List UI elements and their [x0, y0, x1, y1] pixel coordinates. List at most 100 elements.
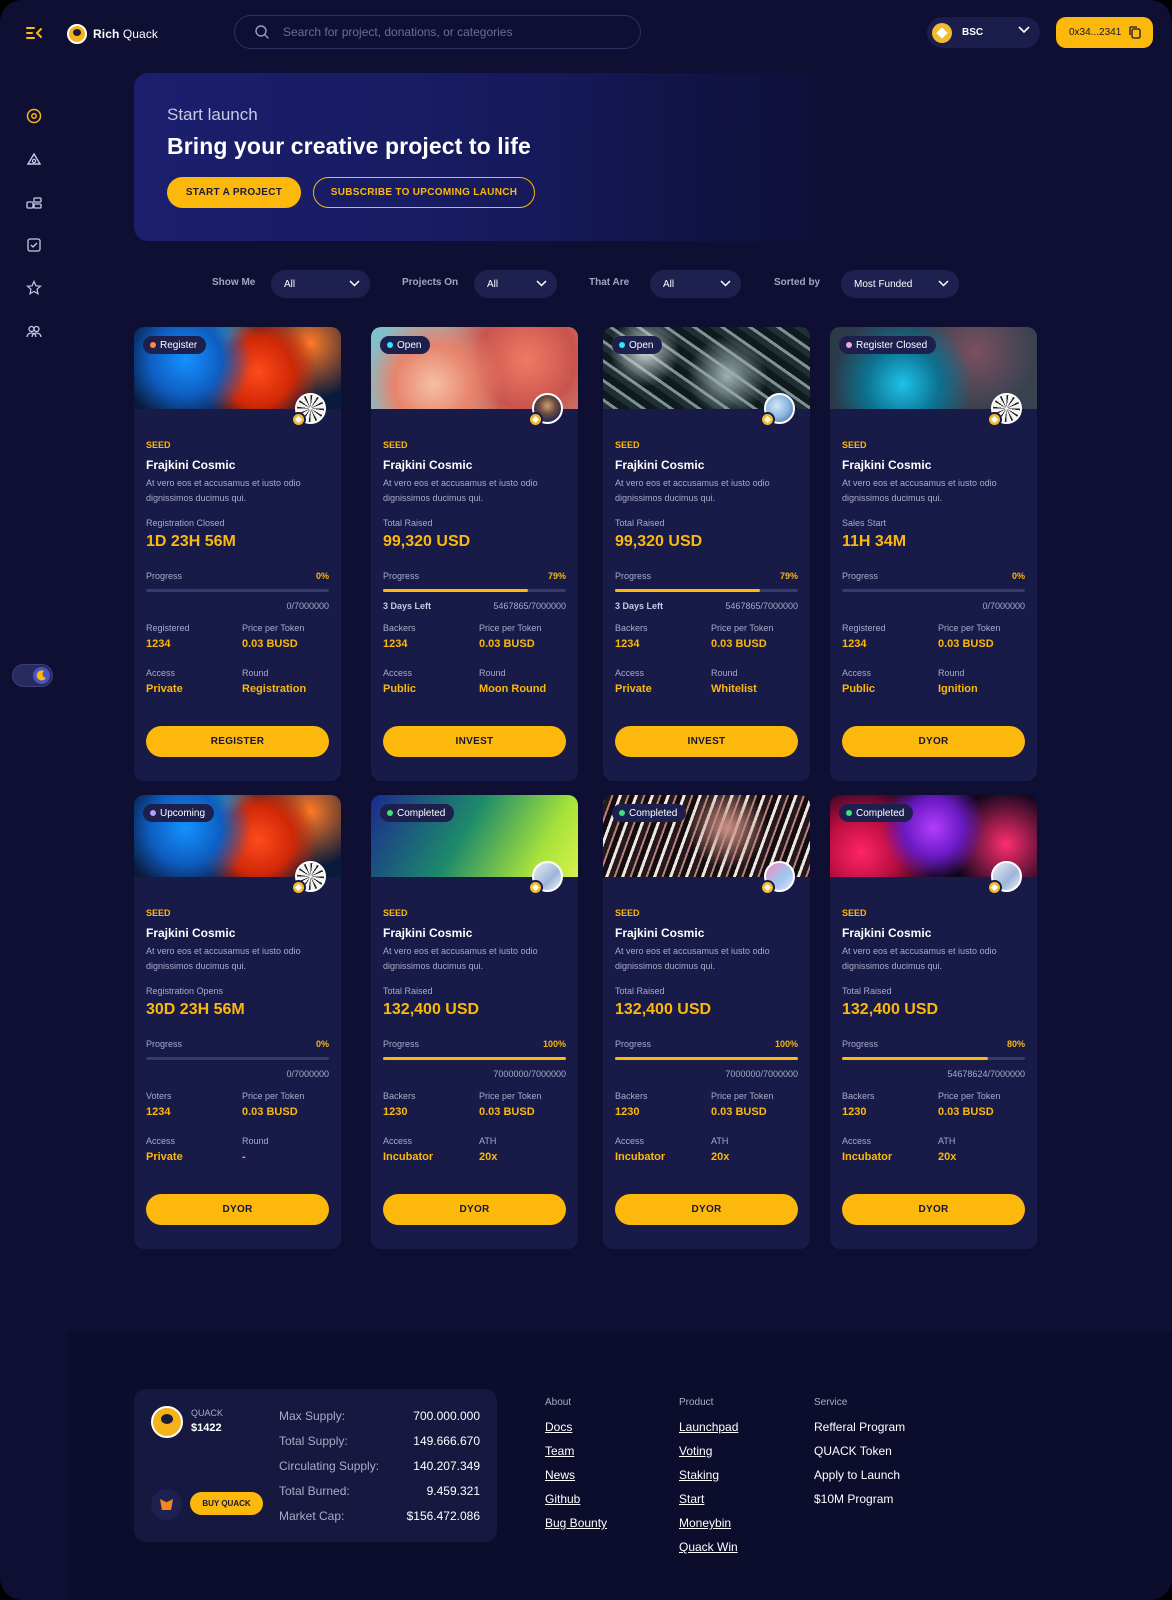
footer-link-launchpad[interactable]: Launchpad	[679, 1420, 738, 1434]
app-frame: Rich Quack BSC 0x34...2341	[0, 0, 1172, 1600]
copy-icon[interactable]	[1129, 26, 1141, 39]
project-card[interactable]: Upcoming SEED Frajkini Cosmic At vero eos e…	[134, 795, 341, 1249]
card-action-button[interactable]: DYOR	[146, 1194, 329, 1225]
project-title[interactable]: Frajkini Cosmic	[842, 458, 931, 472]
stat-value: 1D 23H 56M	[146, 533, 236, 550]
wallet-button[interactable]: 0x34...2341	[1056, 17, 1153, 48]
project-title[interactable]: Frajkini Cosmic	[842, 926, 931, 940]
stat-value: 99,320 USD	[615, 533, 703, 550]
card-action-button[interactable]: DYOR	[615, 1194, 798, 1225]
search-bar[interactable]	[234, 15, 641, 49]
menu-collapse-icon[interactable]	[26, 26, 42, 40]
project-card[interactable]: Completed SEED Frajkini Cosmic At vero eos …	[830, 795, 1037, 1249]
search-input[interactable]	[283, 25, 613, 39]
logo[interactable]: Rich Quack	[67, 24, 158, 44]
info-label: Backers	[383, 623, 416, 633]
progress-bar	[842, 1057, 1025, 1060]
stage-label: SEED	[146, 440, 171, 450]
info-label: Price per Token	[242, 623, 305, 633]
footer-link-staking[interactable]: Staking	[679, 1468, 719, 1482]
card-action-button[interactable]: DYOR	[842, 1194, 1025, 1225]
staking-icon[interactable]	[26, 194, 42, 210]
stat-row: Total Supply: 149.666.670	[279, 1434, 480, 1448]
project-title[interactable]: Frajkini Cosmic	[383, 926, 472, 940]
search-icon	[255, 25, 269, 39]
card-action-button[interactable]: DYOR	[842, 726, 1025, 757]
theme-toggle[interactable]	[12, 664, 53, 687]
footer-link-moneybin[interactable]: Moneybin	[679, 1516, 731, 1530]
info-value: 1234	[146, 638, 171, 650]
project-card[interactable]: Completed SEED Frajkini Cosmic At vero eos …	[603, 795, 810, 1249]
filter-projects-on-select[interactable]: All	[474, 270, 557, 298]
filter-that-are-select[interactable]: All	[650, 270, 741, 298]
footer-link-referral[interactable]: Refferal Program	[814, 1420, 905, 1434]
info-label: Price per Token	[479, 623, 542, 633]
info-value: 1230	[383, 1106, 408, 1118]
project-title[interactable]: Frajkini Cosmic	[615, 458, 704, 472]
progress-count: 0/7000000	[982, 601, 1025, 611]
info-value: Incubator	[842, 1151, 893, 1163]
card-action-button[interactable]: REGISTER	[146, 726, 329, 757]
footer-link-10m-program[interactable]: $10M Program	[814, 1492, 893, 1506]
buy-quack-button[interactable]: BUY QUACK	[190, 1492, 263, 1515]
footer-link-bug-bounty[interactable]: Bug Bounty	[545, 1516, 607, 1530]
sort-select[interactable]: Most Funded	[841, 270, 959, 298]
project-card[interactable]: Open SEED Frajkini Cosmic At vero eos et ac…	[603, 327, 810, 781]
footer-link-docs[interactable]: Docs	[545, 1420, 572, 1434]
progress-label: Progress	[146, 1039, 183, 1049]
progress-bar	[615, 1057, 798, 1060]
card-action-button[interactable]: INVEST	[383, 726, 566, 757]
project-description: At vero eos et accusamus et iusto odio d…	[615, 478, 770, 503]
footer-link-team[interactable]: Team	[545, 1444, 574, 1458]
star-icon[interactable]	[26, 280, 42, 296]
launchpad-icon[interactable]	[26, 151, 42, 167]
project-title[interactable]: Frajkini Cosmic	[146, 926, 235, 940]
footer-link-voting[interactable]: Voting	[679, 1444, 712, 1458]
metamask-icon[interactable]	[151, 1489, 182, 1520]
project-description: At vero eos et accusamus et iusto odio d…	[146, 946, 301, 971]
progress-label: Progress	[842, 1039, 879, 1049]
info-label: Access	[615, 668, 645, 678]
progress-fill	[842, 1057, 989, 1060]
info-label: Access	[146, 1136, 176, 1146]
project-card[interactable]: Register Closed SEED Frajkini Cosmic At ver…	[830, 327, 1037, 781]
subscribe-button[interactable]: SUBSCRIBE TO UPCOMING LAUNCH	[313, 177, 535, 208]
project-card[interactable]: Completed SEED Frajkini Cosmic At vero eos …	[371, 795, 578, 1249]
chain-selector[interactable]: BSC	[927, 17, 1040, 48]
info-value: 20x	[479, 1151, 498, 1163]
filter-label-projects-on: Projects On	[402, 277, 459, 288]
footer-link-quack-win[interactable]: Quack Win	[679, 1540, 738, 1554]
filter-show-me-select[interactable]: All	[271, 270, 370, 298]
footer-link-apply[interactable]: Apply to Launch	[814, 1468, 900, 1482]
info-label: Access	[615, 1136, 645, 1146]
token-name: QUACK	[191, 1408, 224, 1418]
stat-value: 132,400 USD	[842, 1001, 939, 1018]
footer-link-start[interactable]: Start	[679, 1492, 704, 1506]
community-icon[interactable]	[26, 323, 42, 339]
footer-link-news[interactable]: News	[545, 1468, 575, 1482]
dashboard-icon[interactable]	[26, 108, 42, 124]
footer-link-github[interactable]: Github	[545, 1492, 580, 1506]
footer-product-title: Product	[679, 1397, 714, 1408]
project-title[interactable]: Frajkini Cosmic	[383, 458, 472, 472]
footer-link-quack-token[interactable]: QUACK Token	[814, 1444, 892, 1458]
progress-percent: 79%	[547, 571, 566, 581]
info-value: 0.03 BUSD	[242, 1106, 298, 1118]
project-card[interactable]: Register SEED Frajkini Cosmic At vero eos e…	[134, 327, 341, 781]
logo-text: Rich Quack	[93, 27, 159, 41]
info-label: Voters	[146, 1091, 172, 1101]
footer-service-title: Service	[814, 1397, 848, 1408]
project-title[interactable]: Frajkini Cosmic	[146, 458, 235, 472]
progress-label: Progress	[615, 1039, 652, 1049]
card-action-button[interactable]: DYOR	[383, 1194, 566, 1225]
card-action-button[interactable]: INVEST	[615, 726, 798, 757]
progress-fill	[383, 1057, 566, 1060]
progress-percent: 0%	[315, 1039, 329, 1049]
start-project-button[interactable]: START A PROJECT	[167, 177, 301, 208]
info-value: 0.03 BUSD	[711, 638, 767, 650]
stat-label: Registration Closed	[146, 518, 225, 528]
project-title[interactable]: Frajkini Cosmic	[615, 926, 704, 940]
chain-label: BSC	[962, 27, 984, 38]
project-card[interactable]: Open SEED Frajkini Cosmic At vero eos et ac…	[371, 327, 578, 781]
voting-icon[interactable]	[26, 237, 42, 253]
